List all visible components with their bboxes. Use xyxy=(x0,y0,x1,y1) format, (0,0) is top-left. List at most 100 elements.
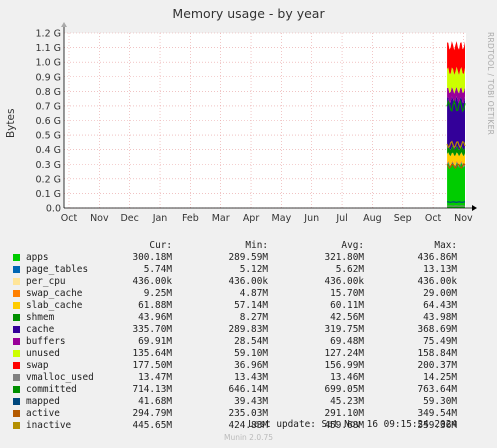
legend-cur: 43.96M xyxy=(138,312,172,323)
legend-swatch xyxy=(13,290,20,297)
legend-cur: 41.68M xyxy=(138,396,172,407)
legend-min: 436.00k xyxy=(228,276,268,287)
legend-name: shmem xyxy=(26,312,55,323)
legend-header: Cur: Min: Avg: Max: xyxy=(0,240,497,252)
legend-max: 200.37M xyxy=(417,360,457,371)
legend-cur: 135.64M xyxy=(132,348,172,359)
legend-max: 763.64M xyxy=(417,384,457,395)
legend-min: 289.83M xyxy=(228,324,268,335)
legend-swatch xyxy=(13,386,20,393)
legend-swatch xyxy=(13,398,20,405)
legend-name: per_cpu xyxy=(26,276,66,287)
legend-cur: 445.65M xyxy=(132,420,172,431)
legend-min: 8.27M xyxy=(239,312,268,323)
x-tick-label: Mar xyxy=(212,213,230,224)
legend-avg: 291.10M xyxy=(324,408,364,419)
legend-avg: 436.00k xyxy=(324,276,364,287)
legend-swatch xyxy=(13,254,20,261)
munin-version: Munin 2.0.75 xyxy=(223,433,274,442)
legend-max: 436.86M xyxy=(417,252,457,263)
legend-cur: 9.25M xyxy=(143,288,172,299)
legend-avg: 699.05M xyxy=(324,384,364,395)
legend-swatch xyxy=(13,278,20,285)
legend-row-swap: swap 177.50M 36.96M 156.99M 200.37M xyxy=(0,360,497,372)
legend-max: 75.49M xyxy=(423,336,457,347)
legend-avg: 5.62M xyxy=(335,264,364,275)
x-tick-label: Sep xyxy=(394,213,412,224)
legend-max: 43.98M xyxy=(423,312,457,323)
y-tick-label: 0.1 G xyxy=(36,189,62,200)
legend-avg: 127.24M xyxy=(324,348,364,359)
area-apps xyxy=(447,162,465,208)
legend-cur: 300.18M xyxy=(132,252,172,263)
legend-avg: 69.48M xyxy=(330,336,364,347)
legend-row-mapped: mapped 41.68M 39.43M 45.23M 59.30M xyxy=(0,396,497,408)
legend-min: 646.14M xyxy=(228,384,268,395)
x-tick-label: Oct xyxy=(425,213,442,224)
legend-row-shmem: shmem 43.96M 8.27M 42.56M 43.98M xyxy=(0,312,497,324)
legend-row-swap-cache: swap_cache 9.25M 4.87M 15.70M 29.00M xyxy=(0,288,497,300)
legend-name: vmalloc_used xyxy=(26,372,94,383)
legend-avg: 45.23M xyxy=(330,396,364,407)
legend-avg: 156.99M xyxy=(324,360,364,371)
legend-avg: 15.70M xyxy=(330,288,364,299)
legend-name: cache xyxy=(26,324,55,335)
legend-min: 28.54M xyxy=(234,336,268,347)
memory-chart: 0.0 0.1 G 0.2 G 0.3 G 0.4 G 0.5 G 0.6 G 0.7 G 0.… xyxy=(36,22,477,224)
legend-name: mapped xyxy=(26,396,60,407)
legend-cur: 13.47M xyxy=(138,372,172,383)
legend-swatch xyxy=(13,314,20,321)
legend-row-per-cpu: per_cpu 436.00k 436.00k 436.00k 436.00k xyxy=(0,276,497,288)
legend-avg: 319.75M xyxy=(324,324,364,335)
x-tick-label: Nov xyxy=(90,213,109,224)
line-mapped xyxy=(447,201,466,203)
legend-max: 64.43M xyxy=(423,300,457,311)
x-tick-label: May xyxy=(272,213,292,224)
x-tick-label: Aug xyxy=(363,213,382,224)
legend-min: 4.87M xyxy=(239,288,268,299)
y-tick-label: 0.6 G xyxy=(36,116,62,127)
legend-name: page_tables xyxy=(26,264,89,275)
legend-swatch xyxy=(13,266,20,273)
y-tick-label: 0.0 xyxy=(46,204,61,215)
legend-name: committed xyxy=(26,384,77,395)
legend-avg: 321.80M xyxy=(324,252,364,263)
legend-max: 436.00k xyxy=(417,276,457,287)
legend-row-unused: unused 135.64M 59.10M 127.24M 158.84M xyxy=(0,348,497,360)
legend-cur: 436.00k xyxy=(132,276,172,287)
legend-cur: 294.79M xyxy=(132,408,172,419)
y-axis-arrow xyxy=(61,22,67,27)
legend-cur: 61.88M xyxy=(138,300,172,311)
legend-min: 39.43M xyxy=(234,396,268,407)
legend-cur: 714.13M xyxy=(132,384,172,395)
legend-swatch xyxy=(13,422,20,429)
x-axis-arrow xyxy=(472,205,477,211)
legend-name: active xyxy=(26,408,60,419)
y-tick-label: 0.2 G xyxy=(36,174,62,185)
legend-avg: 42.56M xyxy=(330,312,364,323)
legend-min: 59.10M xyxy=(234,348,268,359)
legend-min: 13.43M xyxy=(234,372,268,383)
y-tick-label: 0.9 G xyxy=(36,72,62,83)
x-tick-label: Jan xyxy=(152,213,168,224)
legend-header-cur: Cur: xyxy=(149,240,172,251)
legend-row-slab-cache: slab_cache 61.88M 57.14M 60.11M 64.43M xyxy=(0,300,497,312)
legend: Cur: Min: Avg: Max: apps 300.18M 289.59M 32… xyxy=(0,240,497,432)
legend-min: 36.96M xyxy=(234,360,268,371)
y-tick-label: 0.3 G xyxy=(36,160,62,171)
legend-max: 13.13M xyxy=(423,264,457,275)
x-tick-label: Jun xyxy=(303,213,319,224)
legend-row-vmalloc-used: vmalloc_used 13.47M 13.43M 13.46M 14.25M xyxy=(0,372,497,384)
legend-max: 158.84M xyxy=(417,348,457,359)
legend-name: slab_cache xyxy=(26,300,83,311)
legend-row-buffers: buffers 69.91M 28.54M 69.48M 75.49M xyxy=(0,336,497,348)
legend-swatch xyxy=(13,302,20,309)
y-tick-label: 1.2 G xyxy=(36,29,62,40)
y-tick-label: 1.0 G xyxy=(36,58,62,69)
legend-name: inactive xyxy=(26,420,72,431)
legend-max: 14.25M xyxy=(423,372,457,383)
x-tick-label: Oct xyxy=(61,213,78,224)
y-tick-label: 0.5 G xyxy=(36,131,62,142)
legend-swatch xyxy=(13,326,20,333)
legend-header-max: Max: xyxy=(434,240,457,251)
